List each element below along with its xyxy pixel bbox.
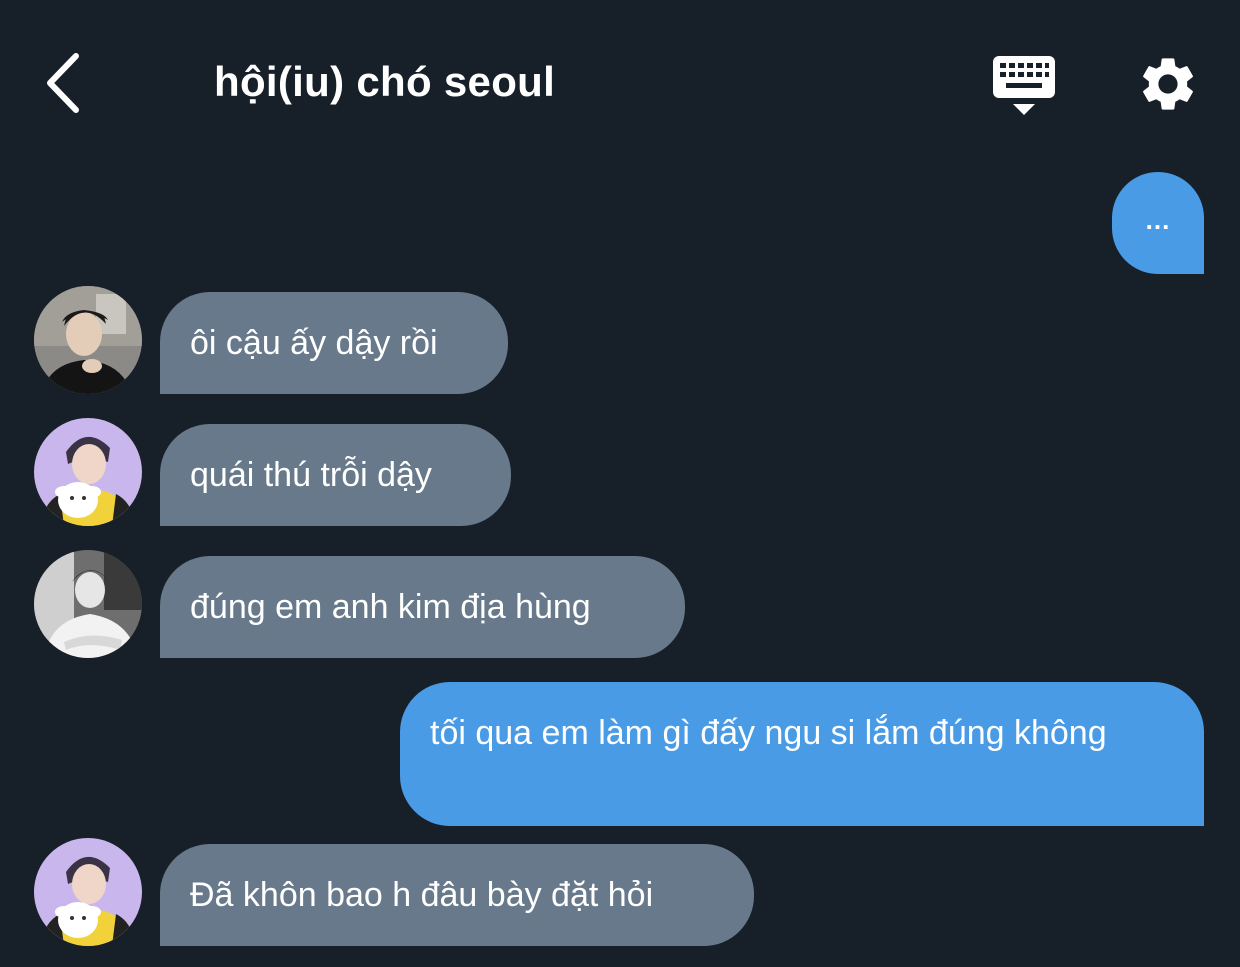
outgoing-message-bubble: tối qua em làm gì đấy ngu si lắm đúng kh…	[400, 682, 1204, 826]
message-text: ôi cậu ấy dậy rồi	[190, 324, 438, 362]
keyboard-button[interactable]	[990, 52, 1058, 120]
back-button[interactable]	[38, 50, 94, 116]
chat-title: hội(iu) chó seoul	[214, 58, 556, 105]
typing-indicator: ...	[1145, 205, 1171, 235]
avatar[interactable]	[34, 838, 142, 946]
avatar[interactable]	[34, 418, 142, 526]
avatar[interactable]	[34, 550, 142, 658]
incoming-message-bubble: Đã khôn bao h đâu bày đặt hỏi	[160, 844, 754, 946]
chevron-left-icon	[47, 53, 79, 113]
message-text: quái thú trỗi dậy	[190, 456, 432, 494]
settings-button[interactable]	[1136, 52, 1200, 116]
gear-icon	[1143, 58, 1193, 110]
chat-header: hội(iu) chó seoul	[0, 0, 1240, 160]
avatar[interactable]	[34, 286, 142, 394]
message-text: tối qua em làm gì đấy ngu si lắm đúng kh…	[430, 714, 1107, 752]
outgoing-message-bubble: ...	[1112, 172, 1204, 274]
message-text: Đã khôn bao h đâu bày đặt hỏi	[190, 876, 654, 914]
incoming-message-bubble: quái thú trỗi dậy	[160, 424, 511, 526]
incoming-message-bubble: đúng em anh kim địa hùng	[160, 556, 685, 658]
message-text: đúng em anh kim địa hùng	[190, 588, 591, 626]
keyboard-icon	[993, 56, 1055, 115]
incoming-message-bubble: ôi cậu ấy dậy rồi	[160, 292, 508, 394]
